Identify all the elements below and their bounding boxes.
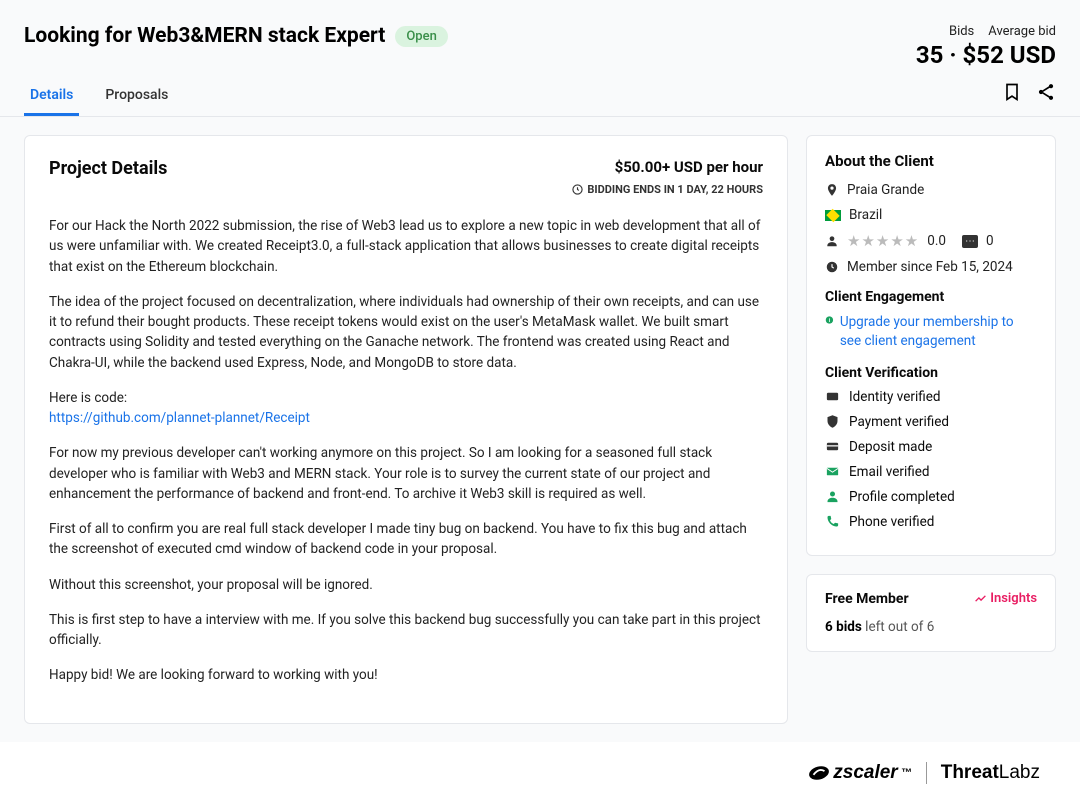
email-icon bbox=[825, 464, 840, 479]
bidding-ends-text: BIDDING ENDS IN 1 DAY, 22 HOURS bbox=[587, 183, 763, 196]
project-details-heading: Project Details bbox=[49, 158, 167, 179]
about-client-card: About the Client Praia Grande Brazil ★★★… bbox=[806, 135, 1056, 556]
tab-details[interactable]: Details bbox=[24, 79, 79, 116]
id-card-icon bbox=[825, 389, 840, 404]
header-bar: Looking for Web3&MERN stack Expert Open … bbox=[0, 10, 1080, 69]
person-check-icon bbox=[825, 489, 840, 504]
tabs: Details Proposals bbox=[24, 79, 174, 116]
zscaler-mark-icon bbox=[808, 762, 830, 784]
membership-card: Free Member Insights 6 bids left out of … bbox=[806, 574, 1056, 652]
verification-heading: Client Verification bbox=[825, 365, 1037, 381]
phone-icon bbox=[825, 514, 840, 529]
verif-email: Email verified bbox=[825, 464, 1037, 480]
membership-tier: Free Member bbox=[825, 591, 909, 607]
rating-stars: ★★★★★ bbox=[847, 232, 919, 250]
verif-identity: Identity verified bbox=[825, 389, 1037, 405]
location-icon bbox=[825, 183, 839, 197]
member-since: Member since Feb 15, 2024 bbox=[847, 259, 1013, 275]
upgrade-link[interactable]: i Upgrade your membership to see client … bbox=[825, 313, 1037, 351]
info-icon: i bbox=[825, 313, 834, 327]
code-link[interactable]: https://github.com/plannet-plannet/Recei… bbox=[49, 410, 310, 426]
shield-icon bbox=[825, 414, 840, 429]
verif-profile: Profile completed bbox=[825, 489, 1037, 505]
project-rate: $50.00+ USD per hour bbox=[615, 158, 763, 176]
rating-value: 0.0 bbox=[927, 233, 946, 249]
project-description: For our Hack the North 2022 submission, … bbox=[49, 216, 763, 686]
verif-deposit: Deposit made bbox=[825, 439, 1037, 455]
chat-icon: ⋯ bbox=[962, 235, 978, 248]
avg-bid-value: $52 USD bbox=[963, 41, 1056, 69]
project-title: Looking for Web3&MERN stack Expert bbox=[24, 24, 385, 48]
tab-proposals[interactable]: Proposals bbox=[99, 79, 174, 116]
bids-value: 35 bbox=[916, 41, 944, 69]
about-client-heading: About the Client bbox=[825, 152, 1037, 170]
clock-icon bbox=[572, 184, 583, 195]
clock-icon bbox=[825, 260, 839, 274]
person-icon bbox=[825, 234, 839, 248]
trend-icon bbox=[974, 592, 987, 605]
footer-logos: zscaler™ ThreatLabz bbox=[0, 742, 1080, 804]
zscaler-logo: zscaler™ bbox=[808, 762, 911, 784]
engagement-heading: Client Engagement bbox=[825, 289, 1037, 305]
share-icon[interactable] bbox=[1036, 82, 1056, 106]
reviews-count: 0 bbox=[986, 233, 994, 249]
logo-divider bbox=[926, 762, 927, 784]
avg-bid-label: Average bid bbox=[988, 24, 1056, 39]
credit-card-icon bbox=[825, 439, 840, 454]
bid-stats: Bids Average bid 35 · $52 USD bbox=[916, 24, 1056, 69]
bookmark-icon[interactable] bbox=[1002, 82, 1022, 106]
client-city: Praia Grande bbox=[847, 182, 924, 198]
threatlabz-logo: ThreatLabz bbox=[941, 762, 1040, 784]
client-country: Brazil bbox=[849, 207, 882, 223]
verif-phone: Phone verified bbox=[825, 514, 1037, 530]
verif-payment: Payment verified bbox=[825, 414, 1037, 430]
project-details-card: Project Details $50.00+ USD per hour BID… bbox=[24, 135, 788, 724]
bids-label: Bids bbox=[949, 24, 974, 39]
insights-link[interactable]: Insights bbox=[974, 591, 1037, 606]
flag-brazil-icon bbox=[825, 210, 841, 221]
bids-remaining: 6 bids left out of 6 bbox=[825, 619, 1037, 635]
status-badge: Open bbox=[395, 26, 447, 47]
